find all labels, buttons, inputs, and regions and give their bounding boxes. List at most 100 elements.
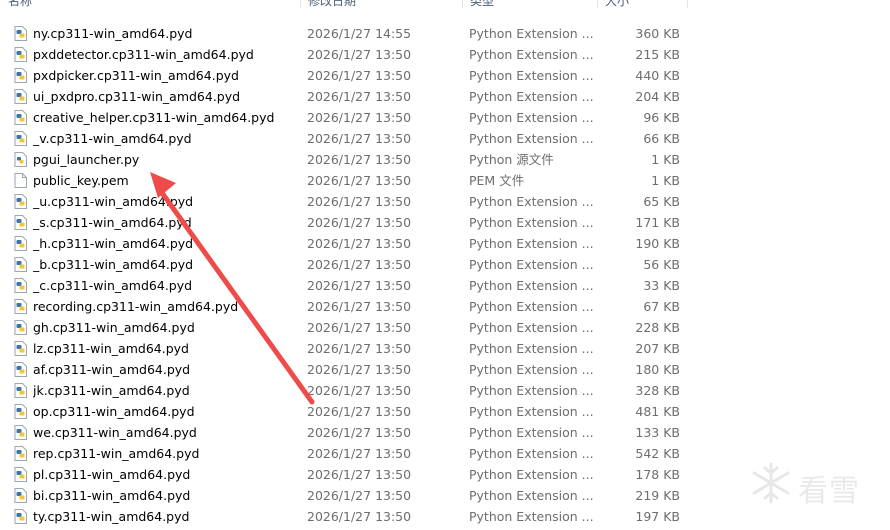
file-name: lz.cp311-win_amd64.pyd bbox=[33, 341, 189, 356]
column-divider[interactable] bbox=[687, 0, 688, 8]
file-size: 219 KB bbox=[635, 488, 680, 503]
file-row[interactable]: bi.cp311-win_amd64.pyd 2026/1/27 13:50 Pyt… bbox=[0, 485, 690, 506]
file-row[interactable]: pgui_launcher.py 2026/1/27 13:50 Python 源文… bbox=[0, 149, 690, 170]
file-row[interactable]: _h.cp311-win_amd64.pyd 2026/1/27 13:50 Pyt… bbox=[0, 233, 690, 254]
file-type: Python Extension ... bbox=[469, 362, 594, 377]
file-row[interactable]: _v.cp311-win_amd64.pyd 2026/1/27 13:50 Pyt… bbox=[0, 128, 690, 149]
file-row[interactable]: pxdpicker.cp311-win_amd64.pyd 2026/1/27 1… bbox=[0, 65, 690, 86]
file-size: 360 KB bbox=[635, 26, 680, 41]
file-modified-date: 2026/1/27 13:50 bbox=[307, 194, 412, 209]
file-size: 542 KB bbox=[635, 446, 680, 461]
file-name: _b.cp311-win_amd64.pyd bbox=[33, 257, 194, 272]
file-row[interactable]: _s.cp311-win_amd64.pyd 2026/1/27 13:50 Pyt… bbox=[0, 212, 690, 233]
file-type: PEM 文件 bbox=[469, 173, 525, 188]
file-name: pl.cp311-win_amd64.pyd bbox=[33, 467, 191, 482]
file-row[interactable]: _u.cp311-win_amd64.pyd 2026/1/27 13:50 Pyt… bbox=[0, 191, 690, 212]
file-name: pgui_launcher.py bbox=[33, 152, 140, 167]
file-type: Python Extension ... bbox=[469, 26, 594, 41]
file-modified-date: 2026/1/27 13:50 bbox=[307, 362, 412, 377]
file-type: Python Extension ... bbox=[469, 320, 594, 335]
file-row[interactable]: public_key.pem 2026/1/27 13:50 PEM 文件 1 KB bbox=[0, 170, 690, 191]
file-name: pxdpicker.cp311-win_amd64.pyd bbox=[33, 68, 239, 83]
column-header-type[interactable]: 类型 bbox=[462, 0, 597, 12]
file-modified-date: 2026/1/27 13:50 bbox=[307, 299, 412, 314]
file-row[interactable]: ui_pxdpro.cp311-win_amd64.pyd 2026/1/27 1… bbox=[0, 86, 690, 107]
file-row[interactable]: af.cp311-win_amd64.pyd 2026/1/27 13:50 Pyt… bbox=[0, 359, 690, 380]
file-row[interactable]: pl.cp311-win_amd64.pyd 2026/1/27 13:50 Pyt… bbox=[0, 464, 690, 485]
file-name: af.cp311-win_amd64.pyd bbox=[33, 362, 191, 377]
file-modified-date: 2026/1/27 13:50 bbox=[307, 173, 412, 188]
file-type: Python Extension ... bbox=[469, 299, 594, 314]
file-size: 178 KB bbox=[635, 467, 680, 482]
file-row[interactable]: op.cp311-win_amd64.pyd 2026/1/27 13:50 Pyt… bbox=[0, 401, 690, 422]
file-modified-date: 2026/1/27 13:50 bbox=[307, 320, 412, 335]
file-name: gh.cp311-win_amd64.pyd bbox=[33, 320, 195, 335]
column-header-size[interactable]: 大小 bbox=[597, 0, 687, 12]
file-row[interactable]: _c.cp311-win_amd64.pyd 2026/1/27 13:50 Pyt… bbox=[0, 275, 690, 296]
file-type: Python Extension ... bbox=[469, 194, 594, 209]
file-type: Python Extension ... bbox=[469, 467, 594, 482]
file-type: Python Extension ... bbox=[469, 404, 594, 419]
file-modified-date: 2026/1/27 13:50 bbox=[307, 488, 412, 503]
file-modified-date: 2026/1/27 13:50 bbox=[307, 425, 412, 440]
file-type: Python Extension ... bbox=[469, 110, 594, 125]
file-size: 180 KB bbox=[635, 362, 680, 377]
file-modified-date: 2026/1/27 13:50 bbox=[307, 257, 412, 272]
file-modified-date: 2026/1/27 13:50 bbox=[307, 509, 412, 524]
file-modified-date: 2026/1/27 14:55 bbox=[307, 26, 412, 41]
file-type: Python Extension ... bbox=[469, 425, 594, 440]
file-name: _s.cp311-win_amd64.pyd bbox=[33, 215, 192, 230]
file-size: 33 KB bbox=[643, 278, 680, 293]
file-row[interactable]: we.cp311-win_amd64.pyd 2026/1/27 13:50 Pyt… bbox=[0, 422, 690, 443]
file-size: 440 KB bbox=[635, 68, 680, 83]
file-modified-date: 2026/1/27 13:50 bbox=[307, 341, 412, 356]
file-row[interactable]: ty.cp311-win_amd64.pyd 2026/1/27 13:50 Pyt… bbox=[0, 506, 690, 527]
file-type: Python Extension ... bbox=[469, 131, 594, 146]
file-name: jk.cp311-win_amd64.pyd bbox=[33, 383, 190, 398]
file-row[interactable]: recording.cp311-win_amd64.pyd 2026/1/27 1… bbox=[0, 296, 690, 317]
file-name: we.cp311-win_amd64.pyd bbox=[33, 425, 197, 440]
file-row[interactable]: gh.cp311-win_amd64.pyd 2026/1/27 13:50 Pyt… bbox=[0, 317, 690, 338]
file-row[interactable]: pxddetector.cp311-win_amd64.pyd 2026/1/27… bbox=[0, 44, 690, 65]
file-modified-date: 2026/1/27 13:50 bbox=[307, 68, 412, 83]
file-name: _v.cp311-win_amd64.pyd bbox=[33, 131, 192, 146]
file-name: _c.cp311-win_amd64.pyd bbox=[33, 278, 193, 293]
file-size: 67 KB bbox=[643, 299, 680, 314]
file-type: Python Extension ... bbox=[469, 488, 594, 503]
file-type: Python Extension ... bbox=[469, 509, 594, 524]
file-modified-date: 2026/1/27 13:50 bbox=[307, 215, 412, 230]
watermark-text: 看雪 bbox=[798, 474, 860, 509]
file-type: Python Extension ... bbox=[469, 47, 594, 62]
file-type: Python Extension ... bbox=[469, 89, 594, 104]
file-row[interactable]: lz.cp311-win_amd64.pyd 2026/1/27 13:50 Pyt… bbox=[0, 338, 690, 359]
file-modified-date: 2026/1/27 13:50 bbox=[307, 89, 412, 104]
file-modified-date: 2026/1/27 13:50 bbox=[307, 236, 412, 251]
file-name: _u.cp311-win_amd64.pyd bbox=[33, 194, 194, 209]
file-row[interactable]: _b.cp311-win_amd64.pyd 2026/1/27 13:50 Pyt… bbox=[0, 254, 690, 275]
file-type: Python Extension ... bbox=[469, 215, 594, 230]
file-size: 171 KB bbox=[635, 215, 680, 230]
file-size: 190 KB bbox=[635, 236, 680, 251]
column-header-row: 名称 修改日期 类型 大小 bbox=[0, 0, 690, 12]
file-name: ty.cp311-win_amd64.pyd bbox=[33, 509, 190, 524]
file-row[interactable]: jk.cp311-win_amd64.pyd 2026/1/27 13:50 Pyt… bbox=[0, 380, 690, 401]
file-size: 133 KB bbox=[635, 425, 680, 440]
column-header-name[interactable]: 名称 bbox=[0, 0, 300, 12]
file-size: 1 KB bbox=[651, 152, 680, 167]
file-row[interactable]: creative_helper.cp311-win_amd64.pyd 2026/… bbox=[0, 107, 690, 128]
file-name: recording.cp311-win_amd64.pyd bbox=[33, 299, 239, 314]
file-modified-date: 2026/1/27 13:50 bbox=[307, 467, 412, 482]
file-name: creative_helper.cp311-win_amd64.pyd bbox=[33, 110, 275, 125]
file-name: ui_pxdpro.cp311-win_amd64.pyd bbox=[33, 89, 241, 104]
file-row[interactable]: rep.cp311-win_amd64.pyd 2026/1/27 13:50 Py… bbox=[0, 443, 690, 464]
file-row[interactable]: ny.cp311-win_amd64.pyd 2026/1/27 14:55 Pyt… bbox=[0, 23, 690, 44]
column-header-date[interactable]: 修改日期 bbox=[300, 0, 462, 12]
file-size: 65 KB bbox=[643, 194, 680, 209]
file-size: 204 KB bbox=[635, 89, 680, 104]
file-size: 328 KB bbox=[635, 383, 680, 398]
watermark: 看雪 bbox=[748, 460, 868, 510]
file-size: 96 KB bbox=[643, 110, 680, 125]
file-modified-date: 2026/1/27 13:50 bbox=[307, 131, 412, 146]
file-name: public_key.pem bbox=[33, 173, 129, 188]
file-size: 481 KB bbox=[635, 404, 680, 419]
